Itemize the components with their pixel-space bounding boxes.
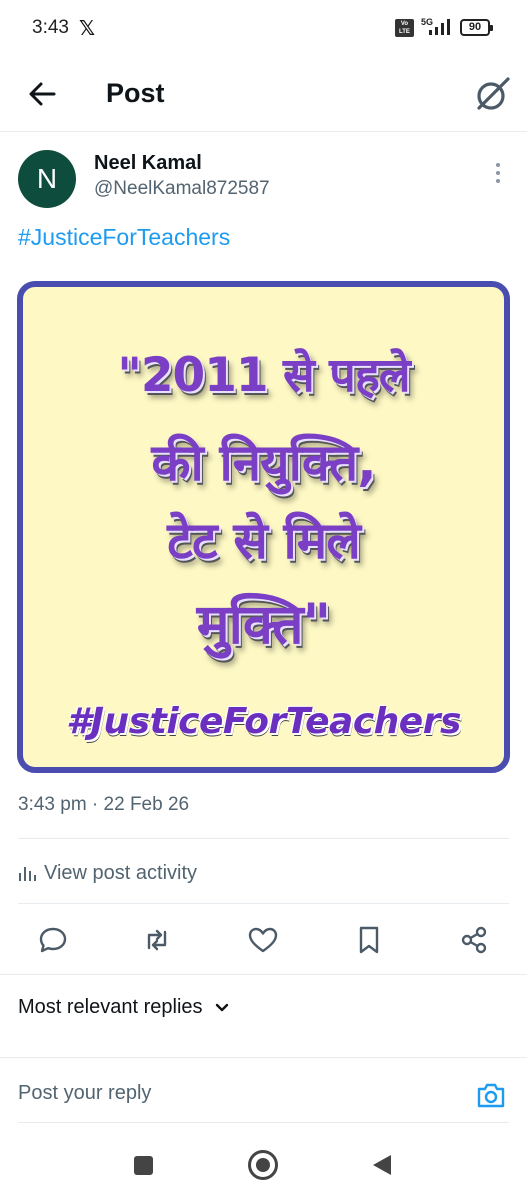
repost-icon[interactable] (141, 924, 173, 956)
divider (0, 974, 527, 975)
divider (18, 903, 509, 904)
replies-sort-label: Most relevant replies (18, 996, 203, 1018)
post-image[interactable]: "2011 से पहले की नियुक्ति, टेट से मिले म… (17, 281, 510, 773)
system-nav-bar (0, 1130, 527, 1200)
divider (0, 1057, 527, 1058)
arrow-left-icon[interactable] (24, 76, 60, 112)
x-logo-icon: 𝕏 (79, 18, 96, 40)
battery-icon: 90 (460, 19, 493, 36)
share-icon[interactable] (458, 924, 490, 956)
more-vertical-icon[interactable] (488, 160, 508, 186)
volte-icon: Vo LTE (395, 19, 414, 37)
post-timestamp: 3:43 pm · 22 Feb 26 (18, 794, 190, 815)
reply-input[interactable] (18, 1082, 438, 1105)
nav-back-icon[interactable] (372, 1154, 392, 1176)
image-text-line: "2011 से पहले (117, 348, 410, 403)
avatar[interactable]: N (18, 150, 76, 208)
image-text-line: मुक्ति" (196, 592, 332, 656)
post-hashtag-link[interactable]: #JusticeForTeachers (18, 224, 230, 251)
status-time: 3:43 (32, 17, 69, 38)
divider (18, 1122, 509, 1123)
recents-icon[interactable] (134, 1156, 153, 1175)
chevron-down-icon (215, 1003, 228, 1011)
replies-sort-dropdown[interactable]: Most relevant replies (18, 996, 231, 1019)
analytics-icon (19, 867, 36, 881)
camera-icon[interactable] (476, 1080, 506, 1110)
view-post-activity[interactable]: View post activity (18, 858, 197, 888)
page-title: Post (106, 78, 165, 108)
author-name[interactable]: Neel Kamal (94, 152, 202, 175)
image-hashtag: #JusticeForTeachers (66, 701, 461, 742)
view-post-activity-label: View post activity (44, 861, 198, 884)
divider (18, 838, 509, 839)
top-app-bar: Post (0, 58, 527, 132)
home-icon[interactable] (248, 1150, 278, 1180)
signal-icon (429, 19, 450, 35)
reply-icon[interactable] (37, 924, 69, 956)
status-bar: 3:43 𝕏 Vo LTE 5G 90 (0, 0, 527, 58)
image-text-line: टेट से मिले (167, 512, 361, 571)
author-handle[interactable]: @NeelKamal872587 (94, 178, 270, 200)
grok-icon[interactable] (474, 75, 512, 113)
heart-icon[interactable] (247, 924, 279, 956)
bookmark-icon[interactable] (353, 924, 385, 956)
image-text-line: की नियुक्ति, (151, 434, 376, 493)
action-bar (0, 918, 527, 962)
